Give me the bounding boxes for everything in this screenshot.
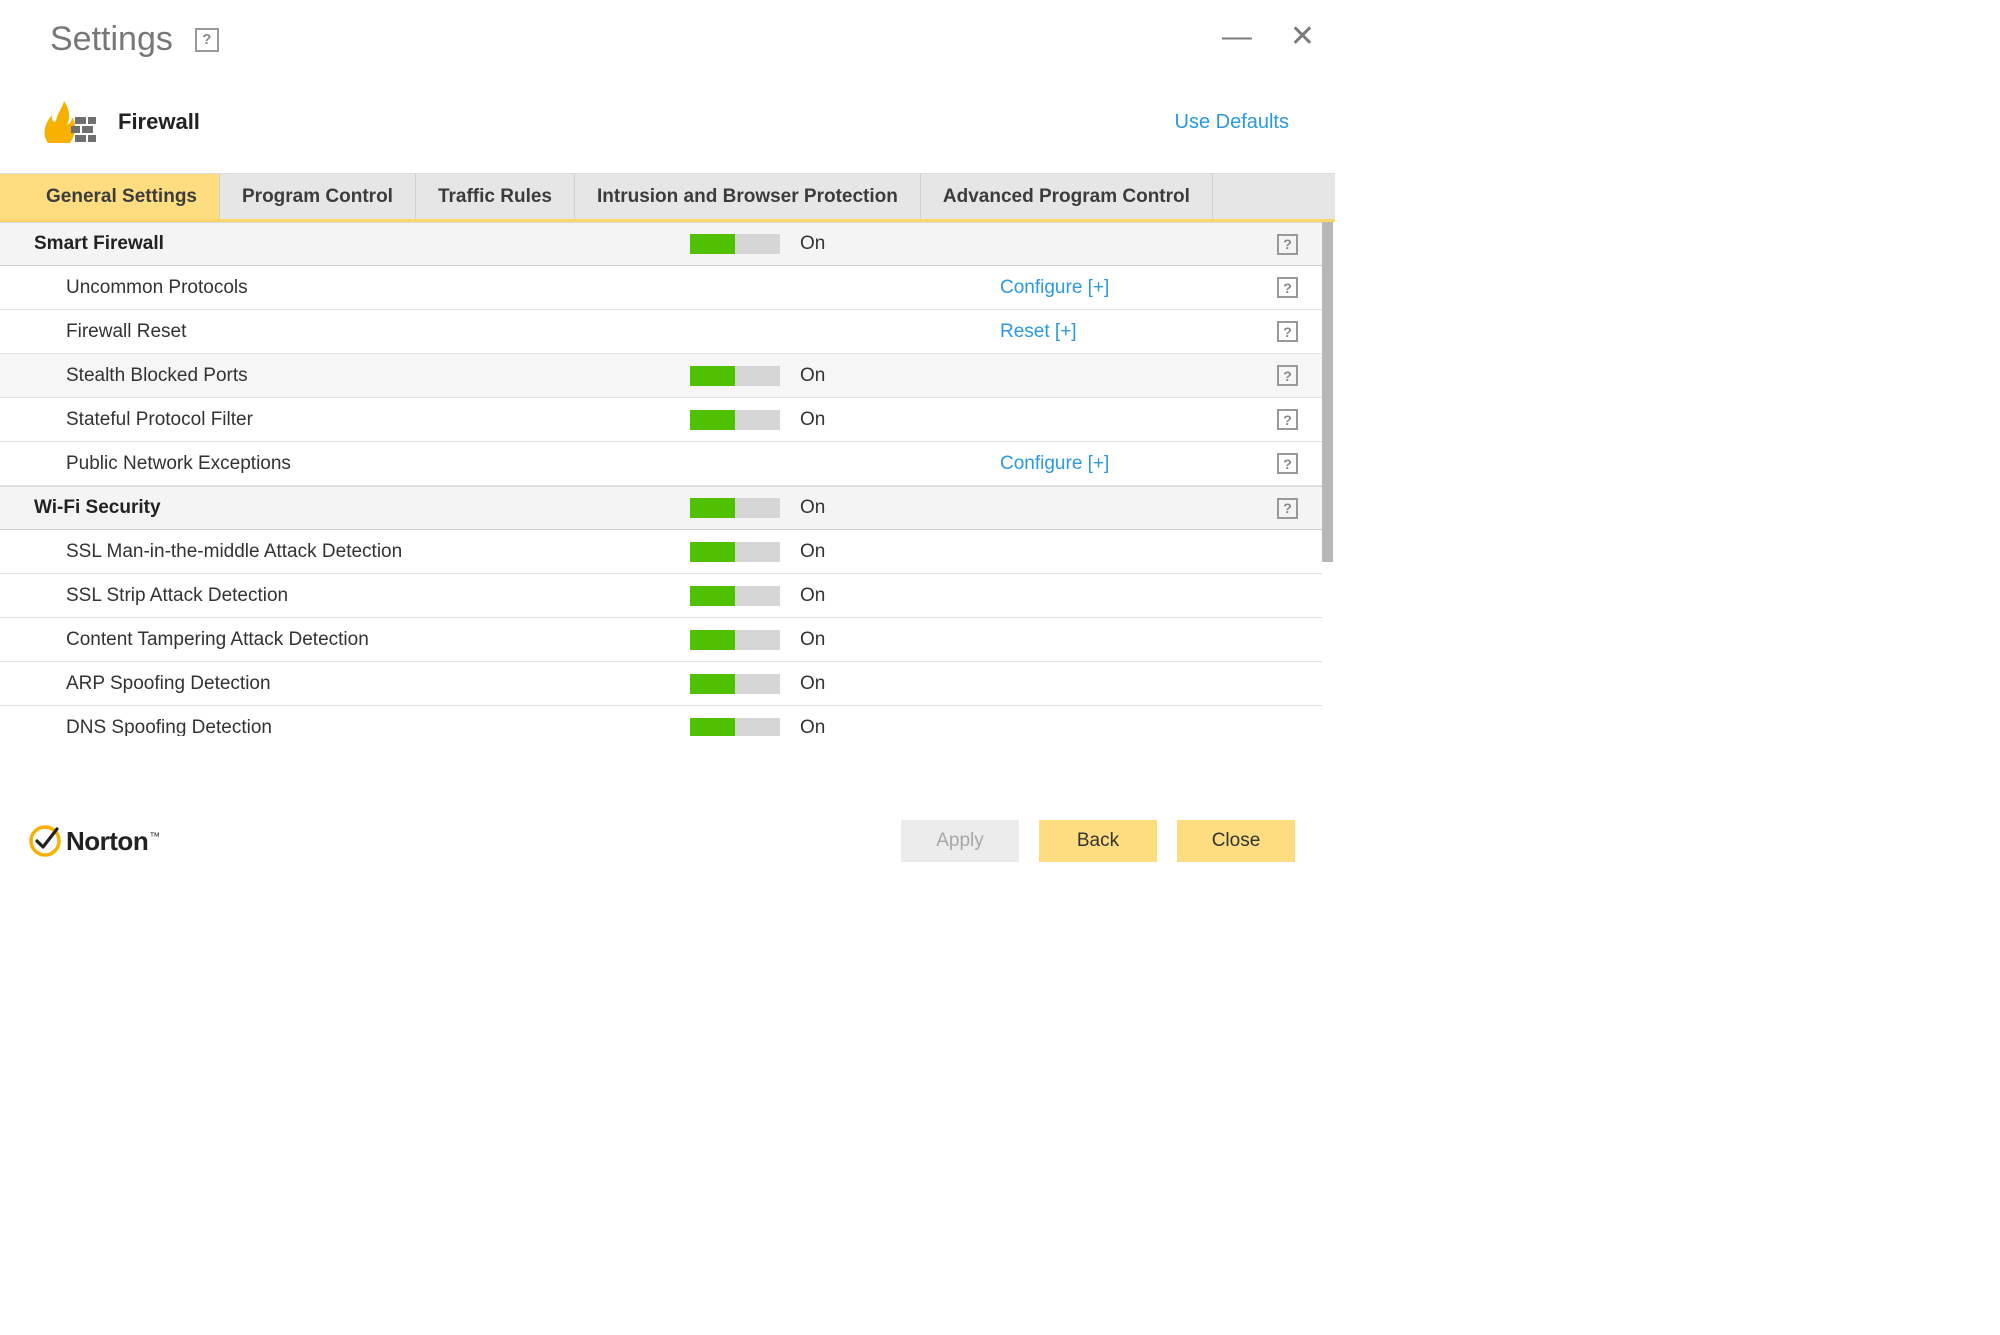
row-arp-spoofing-detection: ARP Spoofing Detection On (0, 662, 1322, 706)
row-status: On (800, 717, 1000, 737)
help-icon[interactable]: ? (1277, 365, 1298, 386)
row-label: Smart Firewall (0, 233, 690, 255)
help-icon[interactable]: ? (195, 28, 219, 52)
row-ssl-mitm-detection: SSL Man-in-the-middle Attack Detection O… (0, 530, 1322, 574)
use-defaults-link[interactable]: Use Defaults (1175, 111, 1290, 134)
toggle-ssl-strip[interactable] (690, 586, 780, 606)
row-label: DNS Spoofing Detection (0, 717, 690, 737)
row-label: Uncommon Protocols (0, 277, 690, 299)
page-title: Settings (50, 20, 173, 59)
row-label: Public Network Exceptions (0, 453, 690, 475)
section-title: Firewall (118, 109, 200, 135)
row-status: On (800, 233, 1000, 255)
reset-link[interactable]: Reset [+] (1000, 321, 1077, 342)
brand-name: Norton (66, 826, 148, 857)
toggle-smart-firewall[interactable] (690, 234, 780, 254)
row-public-network-exceptions: Public Network Exceptions Configure [+] … (0, 442, 1322, 486)
toggle-arp-spoofing[interactable] (690, 674, 780, 694)
help-icon[interactable]: ? (1277, 234, 1298, 255)
help-icon[interactable]: ? (1277, 453, 1298, 474)
row-label: SSL Strip Attack Detection (0, 585, 690, 607)
norton-logo: Norton ™ (28, 824, 160, 858)
row-label: Stealth Blocked Ports (0, 365, 690, 387)
checkmark-circle-icon (28, 824, 62, 858)
group-smart-firewall: Smart Firewall On ? (0, 222, 1322, 266)
toggle-stateful-protocol-filter[interactable] (690, 410, 780, 430)
row-label: Content Tampering Attack Detection (0, 629, 690, 651)
row-label: ARP Spoofing Detection (0, 673, 690, 695)
row-status: On (800, 541, 1000, 563)
row-content-tampering-detection: Content Tampering Attack Detection On (0, 618, 1322, 662)
footer: Norton ™ Apply Back Close (0, 792, 1335, 890)
minimize-button[interactable]: — (1222, 22, 1252, 52)
toggle-wifi-security[interactable] (690, 498, 780, 518)
apply-button: Apply (901, 820, 1019, 862)
toggle-stealth-blocked-ports[interactable] (690, 366, 780, 386)
configure-link[interactable]: Configure [+] (1000, 453, 1109, 474)
row-dns-spoofing-detection: DNS Spoofing Detection On (0, 706, 1322, 736)
row-status: On (800, 673, 1000, 695)
firewall-icon (40, 99, 98, 145)
group-wifi-security: Wi-Fi Security On ? (0, 486, 1322, 530)
row-label: Wi-Fi Security (0, 497, 690, 519)
tab-advanced-program-control[interactable]: Advanced Program Control (921, 174, 1213, 219)
row-firewall-reset: Firewall Reset Reset [+] ? (0, 310, 1322, 354)
close-button[interactable]: Close (1177, 820, 1295, 862)
row-uncommon-protocols: Uncommon Protocols Configure [+] ? (0, 266, 1322, 310)
row-status: On (800, 629, 1000, 651)
tab-program-control[interactable]: Program Control (220, 174, 416, 219)
row-label: Stateful Protocol Filter (0, 409, 690, 431)
row-stateful-protocol-filter: Stateful Protocol Filter On ? (0, 398, 1322, 442)
toggle-content-tampering[interactable] (690, 630, 780, 650)
tab-intrusion-browser-protection[interactable]: Intrusion and Browser Protection (575, 174, 921, 219)
row-status: On (800, 409, 1000, 431)
row-status: On (800, 365, 1000, 387)
close-window-button[interactable]: ✕ (1290, 22, 1315, 52)
row-label: SSL Man-in-the-middle Attack Detection (0, 541, 690, 563)
help-icon[interactable]: ? (1277, 498, 1298, 519)
row-label: Firewall Reset (0, 321, 690, 343)
row-ssl-strip-detection: SSL Strip Attack Detection On (0, 574, 1322, 618)
toggle-ssl-mitm[interactable] (690, 542, 780, 562)
row-status: On (800, 497, 1000, 519)
tabs-bar: General Settings Program Control Traffic… (0, 173, 1335, 219)
toggle-dns-spoofing[interactable] (690, 718, 780, 737)
settings-window: — ✕ Settings ? Firewall U (0, 0, 1335, 890)
settings-list: Smart Firewall On ? Uncommon Protocols C… (0, 222, 1322, 736)
help-icon[interactable]: ? (1277, 321, 1298, 342)
help-icon[interactable]: ? (1277, 409, 1298, 430)
tab-traffic-rules[interactable]: Traffic Rules (416, 174, 575, 219)
row-stealth-blocked-ports: Stealth Blocked Ports On ? (0, 354, 1322, 398)
trademark-symbol: ™ (149, 831, 160, 843)
back-button[interactable]: Back (1039, 820, 1157, 862)
row-status: On (800, 585, 1000, 607)
tab-general-settings[interactable]: General Settings (0, 174, 220, 219)
configure-link[interactable]: Configure [+] (1000, 277, 1109, 298)
scrollbar[interactable] (1322, 222, 1333, 562)
help-icon[interactable]: ? (1277, 277, 1298, 298)
